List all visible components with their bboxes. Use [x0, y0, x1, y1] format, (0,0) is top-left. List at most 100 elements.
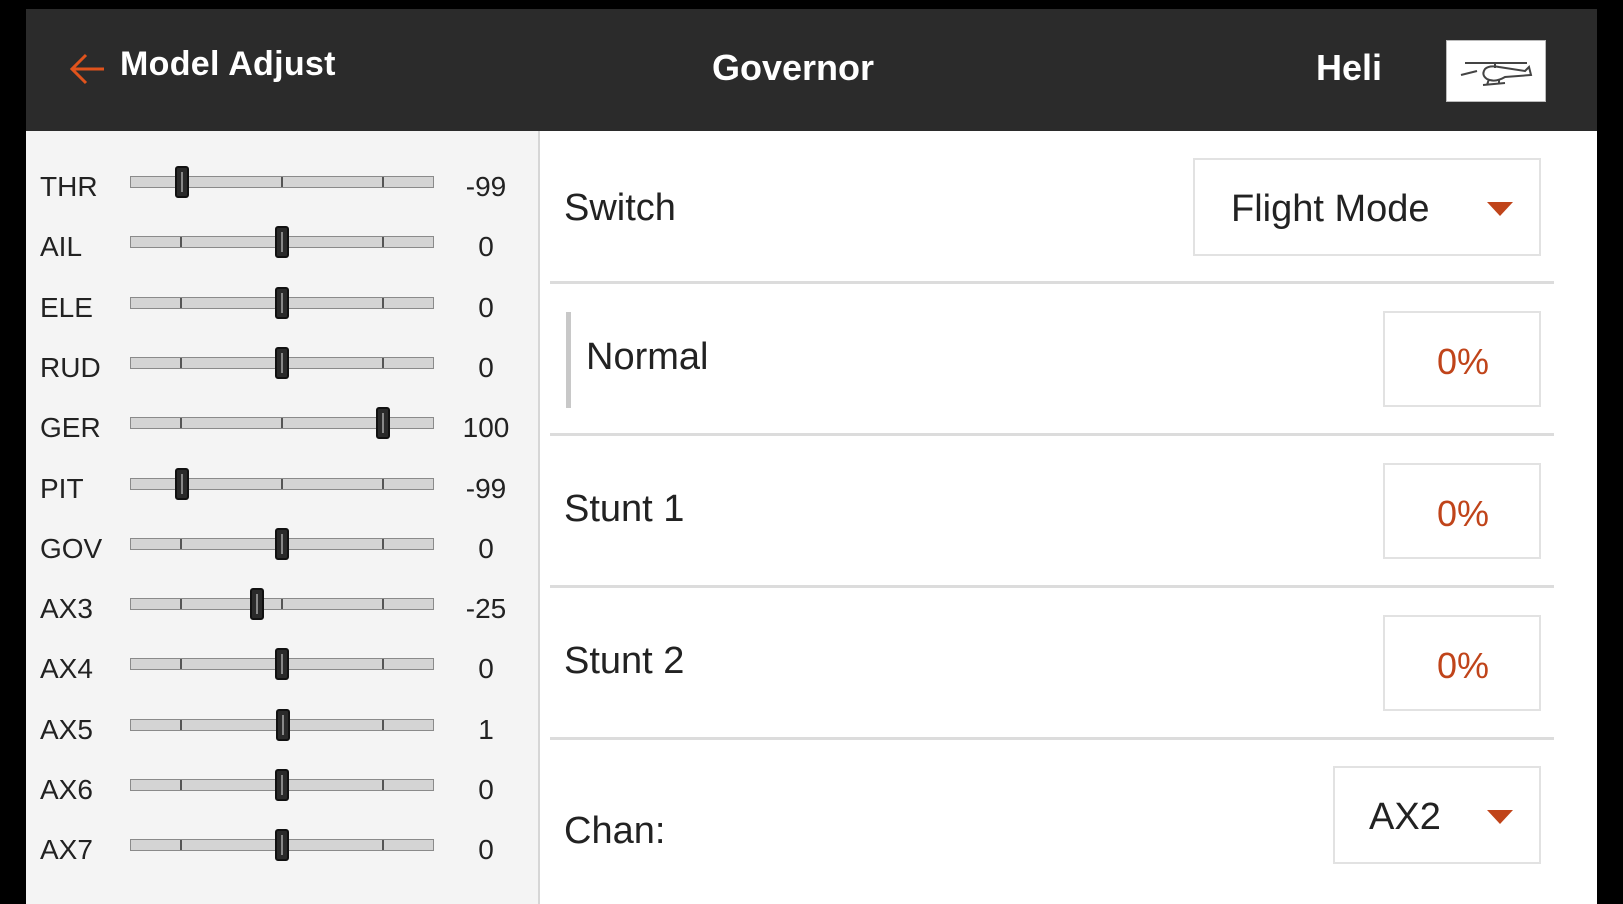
channel-value: 0: [478, 351, 494, 383]
channel-label: AX6: [40, 774, 93, 805]
helicopter-icon: [1460, 62, 1533, 86]
channel-row-gov: GOV 0: [26, 515, 538, 575]
channel-value: -99: [465, 472, 507, 504]
bar-tick: [382, 357, 385, 368]
bar-tick: [179, 599, 182, 610]
caret-down-icon: [1487, 810, 1513, 824]
channel-position-marker: [275, 226, 289, 259]
channel-value: 100: [462, 412, 510, 444]
channel-position-marker: [275, 769, 289, 801]
channel-row-thr: THR -99: [26, 153, 538, 213]
channel-position-marker: [174, 467, 189, 500]
channel-monitor: THR -99 AIL 0 ELE 0 RUD 0 GER 100 PIT -99 GOV 0 AX3 -25…: [26, 131, 538, 904]
switch-select[interactable]: Flight Mode: [1193, 158, 1541, 256]
channel-label: PIT: [40, 472, 84, 504]
bar-tick: [179, 418, 182, 429]
arrow-left-icon: [69, 53, 104, 85]
channel-label: AX3: [40, 593, 93, 625]
bar-tick: [179, 659, 182, 670]
channel-row: Chan: AX2: [540, 740, 1597, 904]
bar-tick: [281, 599, 283, 610]
channel-label: Chan:: [564, 810, 666, 852]
bar-tick: [179, 780, 182, 790]
channel-row-ax3: AX3 -25: [26, 575, 538, 635]
header-bar: Model Adjust Governor Heli: [26, 9, 1597, 131]
bar-tick: [382, 237, 385, 248]
channel-label: AX4: [40, 653, 93, 685]
screen: Model Adjust Governor Heli THR -99 AIL 0 ELE…: [26, 9, 1597, 904]
channel-value: 0: [478, 834, 494, 866]
channel-value: 1: [478, 713, 494, 745]
bar-tick: [382, 659, 385, 670]
bar-tick: [179, 237, 182, 248]
channel-position-marker: [249, 588, 264, 621]
bar-tick: [179, 719, 182, 730]
active-mode-indicator: [566, 312, 571, 408]
channel-row-ger: GER 100: [26, 394, 538, 454]
bar-tick: [281, 478, 283, 489]
channel-row-ax7: AX7 0: [26, 816, 538, 876]
bar-tick: [382, 780, 385, 790]
bar-tick: [382, 297, 385, 308]
mode-value-normal-text: 0%: [1436, 341, 1490, 382]
mode-value-stunt1-text: 0%: [1436, 493, 1490, 534]
channel-label: THR: [40, 171, 98, 202]
channel-label: AX7: [40, 834, 93, 866]
switch-label: Switch: [564, 187, 676, 229]
channel-position-marker: [376, 407, 391, 440]
bar-tick: [179, 840, 182, 851]
channel-row-ail: AIL 0: [26, 213, 538, 273]
channel-position-marker: [275, 286, 289, 319]
model-image-button[interactable]: [1446, 40, 1546, 102]
channel-label: RUD: [40, 351, 101, 383]
bar-tick: [281, 177, 283, 187]
channel-value: 0: [478, 653, 494, 685]
channel-row-rud: RUD 0: [26, 334, 538, 394]
caret-down-icon: [1487, 202, 1513, 216]
bar-tick: [281, 418, 283, 429]
mode-value-normal[interactable]: 0%: [1383, 311, 1541, 407]
mode-value-stunt1[interactable]: 0%: [1383, 463, 1541, 559]
channel-value: 0: [478, 774, 494, 805]
bar-tick: [382, 177, 385, 187]
mode-row-normal: Normal 0%: [540, 284, 1597, 434]
channel-position-marker: [275, 346, 289, 379]
channel-position-marker: [174, 166, 189, 198]
switch-select-value: Flight Mode: [1231, 188, 1430, 230]
channel-bar: [130, 598, 434, 611]
channel-label: AIL: [40, 231, 83, 263]
channel-value: 0: [478, 532, 494, 564]
channel-label: AX5: [40, 713, 93, 745]
governor-settings: Switch Flight Mode Normal 0% Stunt 1 0%: [540, 131, 1597, 904]
channel-label: GOV: [40, 532, 103, 564]
bar-tick: [382, 719, 385, 730]
channel-row-ax4: AX4 0: [26, 635, 538, 695]
channel-row-ax6: AX6 0: [26, 756, 538, 816]
back-label[interactable]: Model Adjust: [120, 45, 336, 84]
model-type-label: Heli: [1316, 47, 1383, 88]
channel-row-ax5: AX5 1: [26, 696, 538, 756]
channel-position-marker: [276, 708, 290, 741]
channel-row-ele: ELE 0: [26, 274, 538, 334]
bar-tick: [179, 357, 182, 368]
bar-tick: [179, 538, 182, 549]
back-button[interactable]: [66, 47, 110, 91]
bar-tick: [382, 538, 385, 549]
switch-row: Switch Flight Mode: [540, 131, 1597, 281]
page-title: Governor: [712, 47, 875, 88]
channel-value: -99: [465, 171, 507, 202]
channel-value: -25: [465, 593, 507, 625]
mode-value-stunt2[interactable]: 0%: [1383, 615, 1541, 711]
mode-label-stunt2: Stunt 2: [564, 640, 685, 682]
mode-row-stunt1: Stunt 1 0%: [540, 436, 1597, 586]
bar-tick: [382, 840, 385, 851]
bar-tick: [179, 297, 182, 308]
mode-row-stunt2: Stunt 2 0%: [540, 588, 1597, 738]
channel-position-marker: [275, 527, 289, 560]
channel-label: GER: [40, 412, 101, 444]
channel-value: 0: [478, 291, 494, 323]
mode-value-stunt2-text: 0%: [1436, 645, 1490, 686]
mode-label-stunt1: Stunt 1: [564, 488, 685, 530]
channel-select[interactable]: AX2: [1333, 766, 1541, 864]
mode-label-normal: Normal: [586, 336, 709, 378]
